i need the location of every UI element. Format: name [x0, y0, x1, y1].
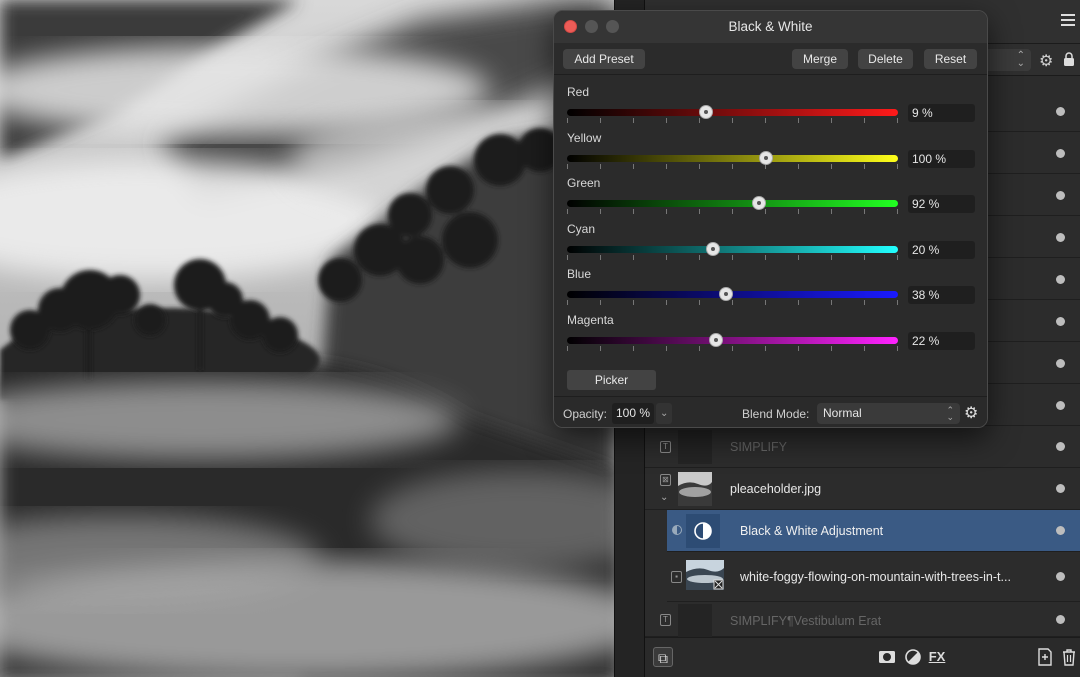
slider-track[interactable] [567, 109, 898, 116]
slider-value-field[interactable]: 9 % [908, 104, 975, 122]
picker-button[interactable]: Picker [567, 370, 656, 390]
slider-label: Green [567, 176, 601, 191]
layer-row-placeholder[interactable]: ⊠ ⌄ pleaceholder.jpg [645, 468, 1080, 510]
placeholder-layer-icon: ⊠ [660, 474, 671, 486]
visibility-dot[interactable] [1056, 107, 1065, 116]
trash-icon[interactable] [1059, 647, 1079, 667]
layer-thumbnail [686, 560, 724, 590]
layer-options-icon[interactable]: ⧉ [653, 647, 673, 667]
slider-knob[interactable] [708, 333, 723, 347]
slider-value-field[interactable]: 92 % [908, 195, 975, 214]
slider-ticks [567, 209, 898, 215]
slider-track[interactable] [567, 200, 898, 208]
layer-thumbnail [686, 514, 720, 548]
black-white-dialog: Black & White Add Preset Merge Delete Re… [553, 10, 988, 428]
slider-value-field[interactable]: 20 % [908, 240, 975, 259]
layer-thumbnail [678, 604, 712, 637]
layer-thumbnail [678, 430, 712, 464]
foggy-forest-image [0, 0, 614, 677]
slider-ticks [567, 346, 898, 351]
fx-icon[interactable]: FX [927, 647, 947, 667]
layer-thumbnail [678, 472, 712, 506]
reset-button[interactable]: Reset [924, 49, 977, 69]
visibility-dot[interactable] [1056, 484, 1065, 493]
visibility-dot[interactable] [1056, 149, 1065, 158]
visibility-dot[interactable] [1056, 526, 1065, 535]
dialog-button-bar: Add Preset Merge Delete Reset [554, 43, 987, 75]
slider-label: Blue [567, 267, 592, 282]
visibility-dot[interactable] [1056, 401, 1065, 410]
slider-track[interactable] [567, 154, 898, 162]
select-arrows-icon: ⌃ ⌄ [946, 405, 954, 422]
slider-track[interactable] [567, 245, 898, 253]
layer-row-simplify-vestibulum[interactable]: T SIMPLIFY¶Vestibulum Erat [645, 602, 1080, 637]
slider-knob[interactable] [718, 287, 733, 302]
layer-row-bw-adjustment[interactable]: Black & White Adjustment [667, 510, 1080, 552]
layer-name: SIMPLIFY¶Vestibulum Erat [730, 614, 882, 628]
slider-label: Red [567, 85, 590, 99]
adjustment-type-icon [672, 525, 682, 535]
slider-label: Cyan [567, 221, 596, 236]
layer-row-simplify[interactable]: T SIMPLIFY [645, 426, 1080, 468]
document-canvas[interactable] [0, 0, 614, 677]
visibility-dot[interactable] [1056, 572, 1065, 581]
visibility-dot[interactable] [1056, 317, 1065, 326]
slider-knob[interactable] [705, 241, 720, 256]
lock-icon[interactable] [1063, 52, 1075, 66]
blend-mode-value: Normal [823, 406, 862, 420]
layers-bottom-toolbar: ⧉ FX [645, 637, 1080, 677]
visibility-dot[interactable] [1056, 233, 1065, 242]
opacity-label: Opacity: [563, 407, 608, 421]
blend-mode-select[interactable]: Normal ⌃ ⌄ [817, 403, 960, 424]
slider-knob[interactable] [699, 105, 714, 119]
image-layer-icon: ▪ [671, 571, 682, 583]
delete-button[interactable]: Delete [858, 49, 913, 69]
visibility-dot[interactable] [1056, 615, 1065, 624]
layer-row-foggy-image[interactable]: ▪ white-foggy-flowing-on-mountain-with-t… [667, 552, 1080, 602]
slider-track[interactable] [567, 337, 898, 344]
dialog-titlebar[interactable]: Black & White [554, 11, 987, 43]
slider-ticks [567, 163, 898, 169]
gear-icon[interactable]: ⚙ [1039, 51, 1053, 71]
adjustment-icon [694, 522, 712, 540]
slider-ticks [567, 118, 898, 123]
add-preset-button[interactable]: Add Preset [563, 49, 645, 69]
visibility-dot[interactable] [1056, 191, 1065, 200]
hamburger-menu-icon[interactable] [1061, 14, 1075, 26]
dialog-footer: Opacity: 100 % ⌄ Blend Mode: Normal ⌃ ⌄ ⚙ [554, 396, 987, 427]
slider-ticks [567, 254, 898, 260]
dialog-title: Black & White [728, 19, 813, 34]
slider-label: Magenta [567, 313, 614, 327]
layer-name: SIMPLIFY [730, 440, 787, 454]
adjustment-icon[interactable] [903, 647, 923, 667]
layer-name: pleaceholder.jpg [730, 482, 822, 496]
opacity-field[interactable]: 100 % [612, 403, 654, 424]
slider-value-field[interactable]: 100 % [908, 149, 975, 168]
slider-value-field[interactable]: 22 % [908, 332, 975, 350]
layer-name: Black & White Adjustment [740, 524, 884, 538]
slider-label: Yellow [567, 130, 602, 145]
visibility-dot[interactable] [1056, 359, 1065, 368]
new-layer-icon[interactable] [1035, 647, 1055, 667]
layer-blend-select[interactable]: ⌃ ⌄ [983, 49, 1031, 71]
chevron-down-icon[interactable]: ⌄ [660, 492, 668, 503]
visibility-dot[interactable] [1056, 275, 1065, 284]
layer-name: white-foggy-flowing-on-mountain-with-tre… [740, 570, 1011, 584]
text-layer-icon: T [660, 614, 671, 626]
gear-icon[interactable]: ⚙ [964, 403, 978, 423]
mask-icon[interactable] [877, 647, 897, 667]
slider-ticks [567, 300, 898, 306]
text-layer-icon: T [660, 441, 671, 453]
slider-knob[interactable] [758, 150, 773, 165]
opacity-dropdown-icon[interactable]: ⌄ [656, 403, 672, 424]
merge-button[interactable]: Merge [792, 49, 848, 69]
slider-value-field[interactable]: 38 % [908, 286, 975, 305]
blend-mode-label: Blend Mode: [742, 407, 810, 421]
slider-knob[interactable] [751, 196, 766, 211]
visibility-dot[interactable] [1056, 442, 1065, 451]
